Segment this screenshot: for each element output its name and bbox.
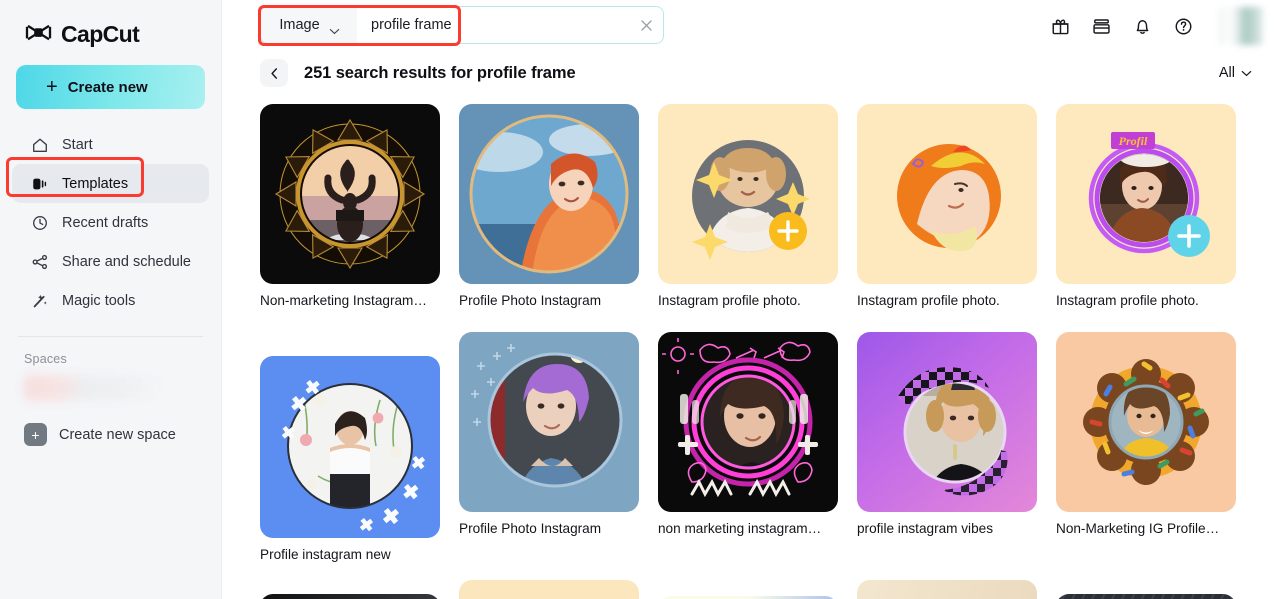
sidebar-item-label: Magic tools [62,292,136,309]
template-title: Profile Photo Instagram [459,293,602,308]
top-bar: Image [222,0,1280,52]
results-header: 251 search results for profile frame All [222,52,1280,94]
page-title: 251 search results for profile frame [304,63,576,82]
create-new-label: Create new [67,78,148,96]
sidebar-item-start[interactable]: Start [12,125,209,164]
magic-wand-icon [30,291,49,310]
search-type-dropdown[interactable]: Image [261,7,357,43]
template-card[interactable]: profile instagram vibes [857,331,1037,564]
template-title: profile instagram vibes [857,520,993,536]
template-thumbnail[interactable] [459,331,639,512]
wallet-icon[interactable] [1089,14,1113,38]
templates-icon [30,174,49,193]
sidebar-item-magic-tools[interactable]: Magic tools [12,281,209,320]
template-title: Instagram profile photo. [658,293,801,308]
template-thumbnail[interactable] [658,331,838,512]
template-grid-row-2: Profile instagram new Profile Photo Inst… [222,310,1280,564]
top-bar-icons [1048,0,1264,52]
help-icon[interactable] [1171,14,1195,38]
template-title: Instagram profile photo. [1056,293,1199,308]
clock-icon [30,213,49,232]
template-card[interactable]: Instagram profile photo. [658,104,838,310]
template-card[interactable]: Non-marketing Instagram… [260,104,440,310]
filter-dropdown[interactable]: All [1219,65,1252,81]
template-thumbnail[interactable] [260,355,440,538]
svg-text:Profil: Profil [1119,134,1148,148]
template-thumbnail[interactable] [1056,593,1236,599]
template-thumbnail[interactable] [260,593,440,599]
bell-icon[interactable] [1130,14,1154,38]
sidebar-item-recent-drafts[interactable]: Recent drafts [12,203,209,242]
template-title: Instagram profile photo. [857,293,1000,308]
template-thumbnail[interactable] [459,104,639,284]
template-card[interactable]: Instagram profile photo. [857,104,1037,310]
template-title: Profile Photo Instagram [459,520,602,536]
search-type-label: Image [279,17,320,33]
template-title: Profile instagram new [260,546,391,562]
create-new-space-button[interactable]: + Create new space [0,423,221,446]
sidebar-item-label: Share and schedule [62,253,191,270]
spaces-section-label: Spaces [24,352,67,366]
home-icon [30,135,49,154]
brand: CapCut [0,0,221,52]
back-button[interactable] [260,59,288,87]
search-input[interactable] [357,7,629,43]
sidebar: CapCut + Create new Start Templates Rece… [0,0,222,599]
template-thumbnail[interactable] [459,579,639,599]
avatar[interactable] [1218,7,1264,45]
template-title: non marketing instagram… [658,520,822,536]
share-icon [30,252,49,271]
chevron-down-icon [329,22,339,35]
template-title: Non-marketing Instagram… [260,293,427,308]
plus-icon: + [24,423,47,446]
sidebar-item-share-and-schedule[interactable]: Share and schedule [12,242,209,281]
template-card[interactable]: Profil Instagram profile photo. [1056,104,1236,310]
template-thumbnail[interactable] [857,331,1037,512]
sidebar-item-label: Recent drafts [62,214,149,231]
search-bar[interactable]: Image [260,6,664,44]
template-thumbnail[interactable]: Profil [1056,104,1236,284]
template-card[interactable]: Profile Photo Instagram [459,331,639,564]
capcut-app-window: CapCut + Create new Start Templates Rece… [0,0,1280,599]
sidebar-item-label: Start [62,136,93,153]
main-content: Image profile frame 251 search results f… [222,0,1280,599]
template-grid-row-3 [222,579,1280,599]
capcut-logo-icon [25,23,52,46]
chevron-left-icon [270,67,277,79]
template-thumbnail[interactable] [260,104,440,284]
sidebar-item-templates[interactable]: Templates [12,164,209,203]
template-card[interactable]: non marketing instagram… [658,331,838,564]
sidebar-nav: Start Templates Recent drafts Share and … [0,125,221,320]
brand-name: CapCut [61,20,140,47]
plus-icon: + [46,76,58,98]
filter-label: All [1218,65,1235,81]
template-thumbnail[interactable] [658,104,838,284]
template-card[interactable]: Profile instagram new [260,355,440,564]
clear-search-icon[interactable] [629,7,663,43]
template-grid-row-1: Non-marketing Instagram… Profile Photo I… [222,94,1280,310]
chevron-down-icon [1241,65,1252,81]
template-title: Non-Marketing IG Profile… [1056,520,1220,536]
template-thumbnail[interactable] [1056,331,1236,512]
template-card[interactable]: Profile Photo Instagram [459,104,639,310]
gift-icon[interactable] [1048,14,1072,38]
sidebar-item-label: Templates [62,175,129,192]
template-thumbnail[interactable] [857,104,1037,284]
template-card[interactable]: Non-Marketing IG Profile… [1056,331,1236,564]
template-thumbnail[interactable] [857,579,1037,599]
create-new-space-label: Create new space [59,426,176,443]
create-new-button[interactable]: + Create new [16,65,205,109]
redacted-space-item[interactable] [24,375,164,401]
